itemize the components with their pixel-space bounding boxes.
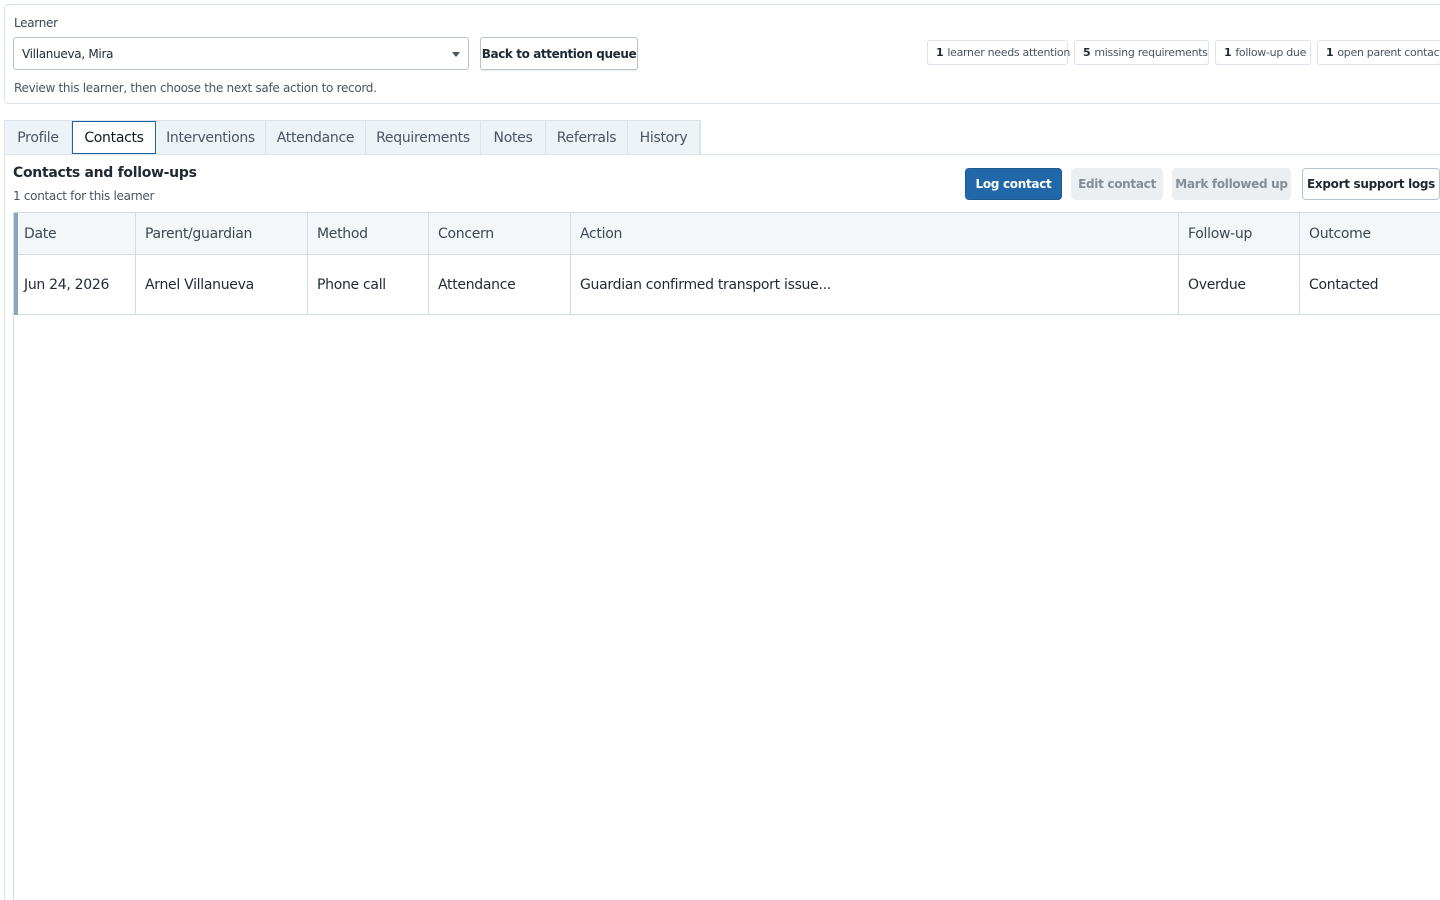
column-header-action[interactable]: Action	[571, 213, 1179, 254]
cell-action: Guardian confirmed transport issue...	[571, 255, 1179, 314]
tab-requirements[interactable]: Requirements	[366, 121, 481, 154]
learner-select[interactable]: Villanueva, Mira	[13, 37, 469, 70]
section-subtitle: 1 contact for this learner	[13, 189, 155, 203]
cell-method: Phone call	[308, 255, 429, 314]
cell-follow-up: Overdue	[1179, 255, 1300, 314]
back-to-attention-queue-button[interactable]: Back to attention queue	[480, 37, 638, 70]
badge-count: 5	[1083, 46, 1091, 59]
badge-label: follow-up due	[1235, 46, 1307, 59]
mark-followed-up-button[interactable]: Mark followed up	[1172, 168, 1291, 200]
badge-open-parent-contact: 1 open parent contact	[1317, 40, 1440, 65]
tab-notes[interactable]: Notes	[481, 121, 546, 154]
column-header-concern[interactable]: Concern	[429, 213, 571, 254]
cell-outcome: Contacted	[1309, 276, 1379, 293]
learner-hint-text: Review this learner, then choose the nex…	[14, 81, 377, 95]
table-header-row: Date Parent/guardian Method Concern Acti…	[14, 213, 1440, 255]
column-header-outcome[interactable]: Outcome	[1300, 213, 1440, 254]
table-row[interactable]: Jun 24, 2026 Arnel Villanueva Phone call…	[14, 255, 1440, 315]
column-header-follow-up[interactable]: Follow-up	[1179, 213, 1300, 254]
cell-parent-guardian: Arnel Villanueva	[136, 255, 308, 314]
tab-contacts[interactable]: Contacts	[72, 121, 156, 154]
badge-count: 1	[1326, 46, 1334, 59]
cell-date: Jun 24, 2026	[14, 255, 136, 314]
tab-interventions[interactable]: Interventions	[156, 121, 266, 154]
learner-header-panel: Learner Villanueva, Mira Back to attenti…	[4, 4, 1440, 104]
chevron-down-icon	[452, 52, 460, 57]
badge-count: 1	[1224, 46, 1232, 59]
learner-select-value: Villanueva, Mira	[22, 47, 114, 61]
badge-missing-requirements: 5 missing requirements	[1074, 40, 1209, 65]
badge-label: missing requirements	[1094, 46, 1208, 59]
contacts-table: Date Parent/guardian Method Concern Acti…	[13, 212, 1440, 900]
tab-referrals[interactable]: Referrals	[546, 121, 628, 154]
column-header-method[interactable]: Method	[308, 213, 429, 254]
badge-label: learner needs attention	[947, 46, 1071, 59]
tab-attendance[interactable]: Attendance	[266, 121, 366, 154]
badge-count: 1	[936, 46, 944, 59]
tab-history[interactable]: History	[628, 121, 700, 154]
edit-contact-button[interactable]: Edit contact	[1071, 168, 1163, 200]
tab-profile[interactable]: Profile	[5, 121, 72, 154]
learner-label: Learner	[14, 16, 58, 30]
export-support-logs-button[interactable]: Export support logs	[1302, 168, 1440, 200]
section-title: Contacts and follow-ups	[13, 165, 197, 181]
badge-follow-up-due: 1 follow-up due	[1215, 40, 1311, 65]
learner-support-page: Learner Villanueva, Mira Back to attenti…	[0, 0, 1440, 900]
badge-learner-needs-attention: 1 learner needs attention	[927, 40, 1071, 65]
column-header-parent-guardian[interactable]: Parent/guardian	[136, 213, 308, 254]
tab-divider	[4, 154, 1440, 155]
column-header-date[interactable]: Date	[14, 213, 136, 254]
log-contact-button[interactable]: Log contact	[965, 168, 1062, 200]
cell-concern: Attendance	[429, 255, 571, 314]
content-left-border	[4, 155, 5, 900]
badge-label: open parent contact	[1337, 46, 1440, 59]
